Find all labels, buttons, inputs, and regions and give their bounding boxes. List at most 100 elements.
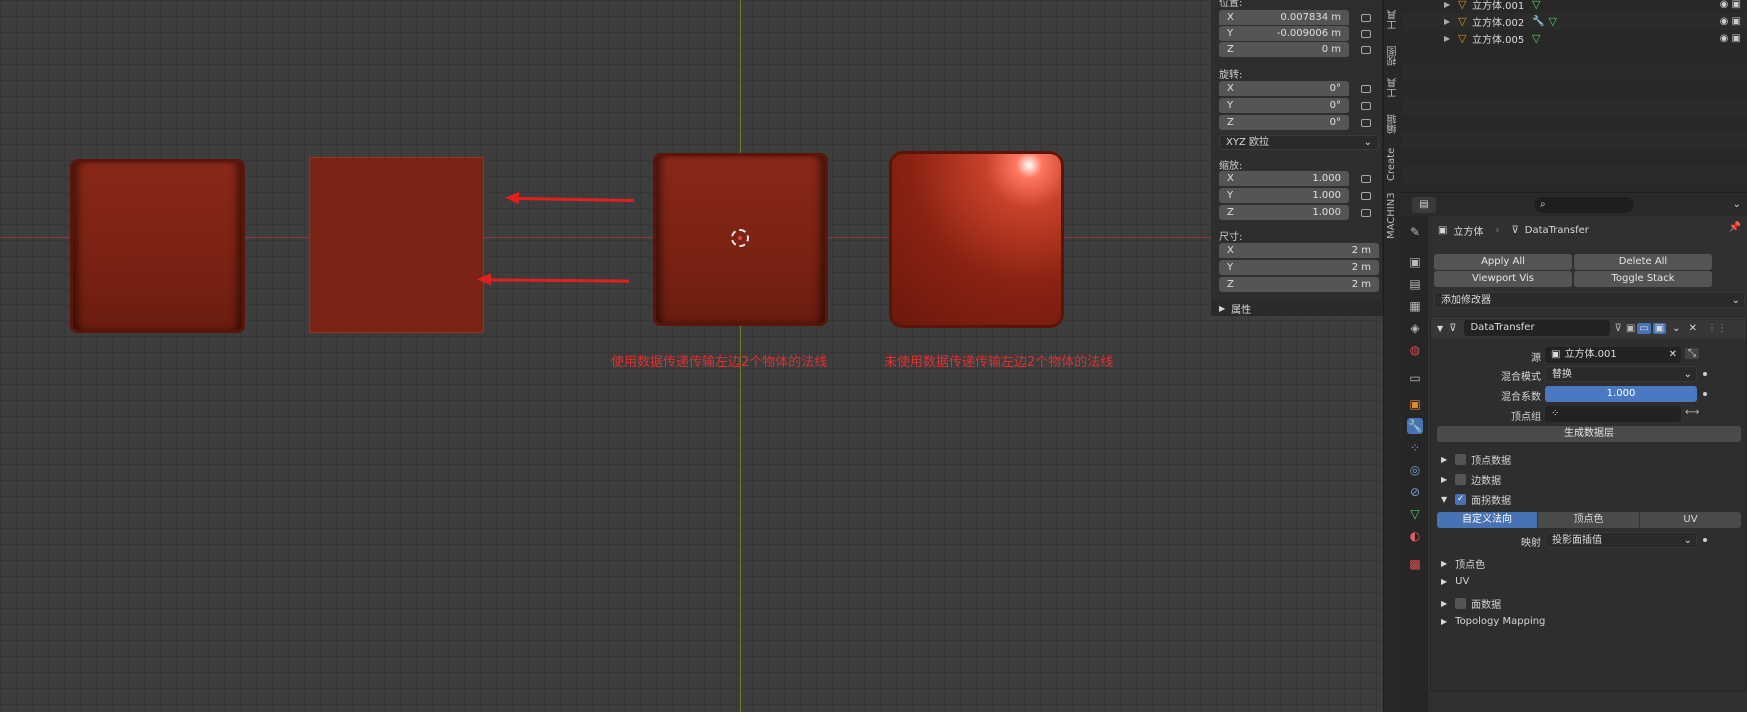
tab-tool[interactable]: 工具 <box>1386 6 1401 34</box>
3d-viewport[interactable]: 使用数据传递传输左边2个物体的法线 未使用数据传递传输左边2个物体的法线 <box>0 0 1383 712</box>
face-corner-data-subpanel[interactable]: ▼ ✓ 面拐数据 <box>1441 492 1511 507</box>
cage-icon[interactable]: ▣ <box>1626 323 1635 334</box>
collapse-icon[interactable]: ▼ <box>1437 324 1443 333</box>
lock-icon[interactable] <box>1361 119 1371 127</box>
lock-icon[interactable] <box>1361 14 1371 22</box>
cube-left[interactable] <box>70 159 245 333</box>
lock-icon[interactable] <box>1361 85 1371 93</box>
drag-handle-icon[interactable]: ⋮⋮ <box>1707 323 1727 334</box>
outliner-row[interactable]: ▶ ▽ 立方体.002 🔧 ▽ ◉ ▣ <box>1402 13 1747 30</box>
lock-icon[interactable] <box>1361 46 1371 54</box>
rotation-y-field[interactable]: Y 0° <box>1219 98 1349 113</box>
expand-icon[interactable]: ▶ <box>1444 0 1458 9</box>
edit-mode-icon[interactable]: ⊽ <box>1614 323 1621 334</box>
vertex-color-subpanel[interactable]: ▶ 顶点色 <box>1441 556 1485 571</box>
expand-icon[interactable]: ▶ <box>1444 17 1458 26</box>
apply-all-button[interactable]: Apply All <box>1434 254 1572 270</box>
face-corner-data-checkbox[interactable]: ✓ <box>1455 494 1467 505</box>
viewport-display-icon[interactable]: ▭ <box>1637 322 1651 334</box>
render-camera-icon[interactable]: ▣ <box>1652 322 1667 334</box>
particles-icon[interactable]: ⁘ <box>1407 440 1423 456</box>
render-icon[interactable]: ▣ <box>1407 254 1423 270</box>
cube-right-shiny[interactable] <box>889 151 1064 328</box>
location-y-field[interactable]: Y -0.009006 m <box>1219 26 1349 41</box>
constraints-icon[interactable]: ⊘ <box>1407 484 1423 500</box>
mesh-data-icon[interactable]: ▽ <box>1407 506 1423 522</box>
edge-data-checkbox[interactable] <box>1455 474 1467 485</box>
delete-all-button[interactable]: Delete All <box>1574 254 1712 270</box>
location-x-field[interactable]: X 0.007834 m <box>1219 10 1349 25</box>
uv-subpanel[interactable]: ▶ UV <box>1441 576 1469 587</box>
modifier-name-field[interactable]: DataTransfer <box>1464 320 1611 336</box>
output-icon[interactable]: ▤ <box>1407 276 1423 292</box>
generate-data-layers-button[interactable]: 生成数据层 <box>1437 426 1741 442</box>
chevron-down-icon[interactable]: ⌄ <box>1733 199 1741 210</box>
face-data-subpanel[interactable]: ▶ 面数据 <box>1441 596 1501 611</box>
outliner-row[interactable]: ▶ ▽ 立方体.005 ▽ ◉ ▣ <box>1402 30 1747 47</box>
tab-uv[interactable]: UV <box>1639 512 1741 528</box>
vertex-group-field[interactable]: ⁘ <box>1545 406 1681 422</box>
vertex-data-checkbox[interactable] <box>1455 454 1467 465</box>
mix-mode-dropdown[interactable]: 替换 ⌄ <box>1545 366 1697 382</box>
add-modifier-dropdown[interactable]: 添加修改器 ⌄ <box>1434 292 1745 308</box>
dimensions-y-field[interactable]: Y2 m <box>1219 260 1379 275</box>
rotation-z-field[interactable]: Z 0° <box>1219 115 1349 130</box>
chevron-down-icon[interactable]: ⌄ <box>1672 323 1680 334</box>
lock-icon[interactable] <box>1361 102 1371 110</box>
eyedropper-icon[interactable]: ⤡ <box>1685 348 1699 359</box>
object-icon[interactable]: ▣ <box>1407 396 1423 412</box>
tab-machin3[interactable]: MACHIN3 <box>1386 192 1401 240</box>
dimensions-z-field[interactable]: Z2 m <box>1219 277 1379 292</box>
mapping-dropdown[interactable]: 投影面插值 ⌄ <box>1545 532 1697 548</box>
visibility-icons[interactable]: ◉ ▣ <box>1720 33 1741 44</box>
scale-z-field[interactable]: Z 1.000 <box>1219 205 1349 220</box>
collection-icon[interactable]: ▭ <box>1407 370 1423 386</box>
viewport-vis-button[interactable]: Viewport Vis <box>1434 271 1572 287</box>
tool-icon[interactable]: ✎ <box>1407 224 1423 240</box>
toggle-stack-button[interactable]: Toggle Stack <box>1574 271 1712 287</box>
edge-data-subpanel[interactable]: ▶ 边数据 <box>1441 472 1501 487</box>
tab-edit[interactable]: 编辑 <box>1386 110 1401 138</box>
properties-section-header[interactable]: ▶ 属性 <box>1211 300 1383 316</box>
expand-icon[interactable]: ▶ <box>1444 34 1458 43</box>
lock-icon[interactable] <box>1361 209 1371 217</box>
close-icon[interactable]: ✕ <box>1689 323 1697 334</box>
view-layer-icon[interactable]: ▦ <box>1407 298 1423 314</box>
invert-icon[interactable]: ⟷ <box>1685 407 1699 418</box>
cube-flat[interactable] <box>309 157 484 333</box>
tab-custom-normals[interactable]: 自定义法向 <box>1437 512 1537 528</box>
outliner-row[interactable]: ▶ ▽ 立方体.001 ▽ ◉ ▣ <box>1402 0 1747 13</box>
keyframe-dot[interactable] <box>1703 392 1707 396</box>
visibility-icons[interactable]: ◉ ▣ <box>1720 16 1741 27</box>
lock-icon[interactable] <box>1361 30 1371 38</box>
editor-type-button[interactable]: ▤ <box>1412 196 1436 213</box>
tab-vertex-color[interactable]: 顶点色 <box>1537 512 1639 528</box>
tab-view[interactable]: 视图 <box>1386 42 1401 70</box>
material-icon[interactable]: ◐ <box>1407 528 1423 544</box>
scene-icon[interactable]: ◈ <box>1407 320 1423 336</box>
mix-factor-slider[interactable]: 1.000 <box>1545 386 1697 402</box>
tab-create[interactable]: Create <box>1386 144 1401 184</box>
3d-cursor-icon[interactable] <box>731 229 749 247</box>
dimensions-x-field[interactable]: X2 m <box>1219 243 1379 258</box>
texture-icon[interactable]: ▩ <box>1407 556 1423 572</box>
face-data-checkbox[interactable] <box>1455 598 1467 609</box>
world-icon[interactable]: ◍ <box>1407 342 1423 358</box>
keyframe-dot[interactable] <box>1703 538 1707 542</box>
modifier-wrench-icon[interactable]: 🔧 <box>1407 418 1423 434</box>
close-icon[interactable]: ✕ <box>1669 347 1677 363</box>
topology-mapping-subpanel[interactable]: ▶ Topology Mapping <box>1441 616 1545 627</box>
source-field[interactable]: ▣ 立方体.001 ✕ <box>1545 347 1681 363</box>
rotation-mode-dropdown[interactable]: XYZ 欧拉 ⌄ <box>1219 135 1379 150</box>
properties-search-input[interactable]: ⌕ <box>1534 196 1634 213</box>
location-z-field[interactable]: Z0 m <box>1219 42 1349 57</box>
physics-icon[interactable]: ◎ <box>1407 462 1423 478</box>
vertex-data-subpanel[interactable]: ▶ 顶点数据 <box>1441 452 1511 467</box>
scale-x-field[interactable]: X 1.000 <box>1219 171 1349 186</box>
visibility-icons[interactable]: ◉ ▣ <box>1720 0 1741 10</box>
rotation-x-field[interactable]: X 0° <box>1219 81 1349 96</box>
tab-tool-2[interactable]: 工具 <box>1386 74 1401 102</box>
pin-icon[interactable]: 📌 <box>1729 222 1741 233</box>
scale-y-field[interactable]: Y 1.000 <box>1219 188 1349 203</box>
lock-icon[interactable] <box>1361 192 1371 200</box>
